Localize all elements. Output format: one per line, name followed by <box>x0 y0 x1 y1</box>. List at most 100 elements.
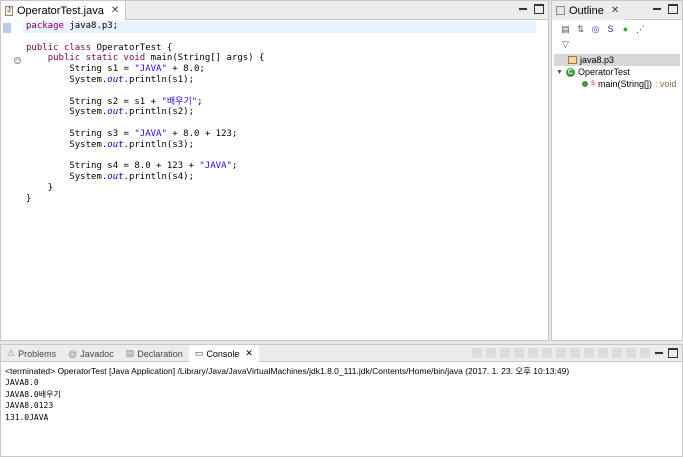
minimize-icon[interactable] <box>654 348 664 358</box>
code-token: package <box>26 21 64 31</box>
hide-fields-icon[interactable]: ◎ <box>590 24 601 35</box>
tab-label: OperatorTest.java <box>17 4 104 17</box>
hide-static-icon[interactable]: S <box>605 24 616 35</box>
outline-toolbar: ▤ ⇅ ◎ S ● ⋰ <box>552 20 682 38</box>
code-token: "배우기" <box>161 96 198 107</box>
outline-menu-row: ▽ <box>552 38 682 50</box>
hide-local-types-icon[interactable]: ⋰ <box>635 24 646 35</box>
code-token: System. <box>26 107 108 118</box>
maximize-icon[interactable] <box>668 4 678 14</box>
tree-item-class[interactable]: ▼ C OperatorTest <box>554 66 680 78</box>
clear-console-icon[interactable] <box>514 348 524 358</box>
hide-nonpublic-icon[interactable]: ● <box>620 24 631 35</box>
console-pane: ⚠ Problems @ Javadoc ▤ Declaration ▭ Con… <box>0 344 683 457</box>
tab-javadoc[interactable]: @ Javadoc <box>62 345 120 362</box>
editor-tabbar: J OperatorTest.java ✕ <box>1 1 548 20</box>
minimize-icon[interactable] <box>652 4 662 14</box>
close-icon[interactable]: ✕ <box>111 5 119 16</box>
tab-outline[interactable]: Outline ✕ <box>552 1 626 20</box>
remove-all-icon[interactable] <box>500 348 510 358</box>
display-console-icon[interactable] <box>598 348 608 358</box>
maximize-icon[interactable] <box>668 348 678 358</box>
code-line: String s2 = s1 + "배우기"; <box>26 97 264 108</box>
code-token: java8.p3; <box>63 21 119 31</box>
show-on-stdout-icon[interactable] <box>556 348 566 358</box>
editor-pane: J OperatorTest.java ✕ − package java8.p3… <box>0 0 549 341</box>
tree-item-method[interactable]: S main(String[]) : void <box>554 78 680 90</box>
word-wrap-icon[interactable] <box>542 348 552 358</box>
pin-console-icon[interactable] <box>584 348 594 358</box>
code-token: ; <box>231 161 238 172</box>
code-line: System.out.println(s2); <box>26 107 264 118</box>
code-line: System.out.println(s3); <box>26 140 264 151</box>
tab-console[interactable]: ▭ Console ✕ <box>188 345 259 362</box>
expand-arrow-icon[interactable]: ▼ <box>556 69 563 76</box>
console-output[interactable]: JAVA8.0 JAVA8.0배우기 JAVA8.0123 131.0JAVA <box>1 377 682 423</box>
problems-icon: ⚠ <box>7 348 16 358</box>
tree-item-package[interactable]: java8.p3 <box>554 54 680 66</box>
static-marker-icon: S <box>591 81 596 87</box>
code-token: String s4 = 8.0 + 123 + <box>26 161 200 172</box>
terminate-icon[interactable] <box>472 348 482 358</box>
code-token: public static void <box>47 53 146 64</box>
code-line: System.out.println(s1); <box>26 75 264 86</box>
eclipse-window: J OperatorTest.java ✕ − package java8.p3… <box>0 0 683 457</box>
tab-problems[interactable]: ⚠ Problems <box>1 345 62 362</box>
code-line: System.out.println(s4); <box>26 172 264 183</box>
sort-icon[interactable]: ⇅ <box>575 24 586 35</box>
code-token: System. <box>26 74 108 85</box>
code-line: } <box>26 194 264 205</box>
package-label: java8.p3 <box>580 55 615 65</box>
line-marker <box>3 23 11 33</box>
code-token: .println(s3); <box>123 139 194 150</box>
console-output-line: JAVA8.0 <box>5 378 39 387</box>
code-line: package java8.p3; <box>26 21 264 32</box>
code-token: } <box>26 182 54 193</box>
code-token: .println(s2); <box>123 107 194 118</box>
outline-icon <box>556 6 565 15</box>
fold-collapse-icon[interactable]: − <box>14 57 21 64</box>
code-token: out <box>107 107 124 118</box>
show-on-stderr-icon[interactable] <box>570 348 580 358</box>
source-code[interactable]: package java8.p3; public class OperatorTe… <box>26 21 264 205</box>
code-token: .println(s4); <box>123 172 194 183</box>
tab-declaration[interactable]: ▤ Declaration <box>120 345 189 362</box>
declaration-icon: ▤ <box>125 348 135 358</box>
package-icon <box>568 56 577 64</box>
maximize-icon[interactable] <box>534 4 544 14</box>
collapse-all-icon[interactable]: ▤ <box>560 24 571 35</box>
code-token: out <box>107 74 124 85</box>
remove-launch-icon[interactable] <box>486 348 496 358</box>
code-token: "JAVA" <box>134 128 167 139</box>
minimize-icon[interactable] <box>518 4 528 14</box>
scroll-lock-icon[interactable] <box>528 348 538 358</box>
console-toolbar <box>472 348 678 358</box>
code-token: System. <box>26 172 108 183</box>
code-token: public class <box>26 42 92 53</box>
close-icon[interactable]: ✕ <box>611 5 619 16</box>
code-editor[interactable]: − package java8.p3; public class Operator… <box>1 20 548 340</box>
code-token: OperatorTest { <box>91 42 173 53</box>
code-line: String s1 = "JAVA" + 8.0; <box>26 64 264 75</box>
code-token: System. <box>26 139 108 150</box>
code-token: "JAVA" <box>199 161 232 172</box>
open-console-icon[interactable] <box>612 348 622 358</box>
close-icon[interactable]: ✕ <box>245 348 253 359</box>
tab-label: Declaration <box>137 348 183 359</box>
view-menu-icon[interactable]: ▽ <box>560 39 571 50</box>
copy-icon[interactable] <box>626 348 636 358</box>
tab-operatortest-java[interactable]: J OperatorTest.java ✕ <box>1 1 127 20</box>
console-output-line: JAVA8.0배우기 <box>5 389 61 399</box>
class-icon: C <box>565 67 575 77</box>
java-file-icon: J <box>5 5 13 16</box>
console-output-line: JAVA8.0123 <box>5 401 54 410</box>
console-output-line: 131.0JAVA <box>5 412 49 422</box>
code-line: public class OperatorTest { <box>26 43 264 54</box>
code-line: String s3 = "JAVA" + 8.0 + 123; <box>26 129 264 140</box>
code-token: "JAVA" <box>134 64 167 75</box>
search-icon[interactable] <box>640 348 650 358</box>
class-label: OperatorTest <box>577 67 630 77</box>
